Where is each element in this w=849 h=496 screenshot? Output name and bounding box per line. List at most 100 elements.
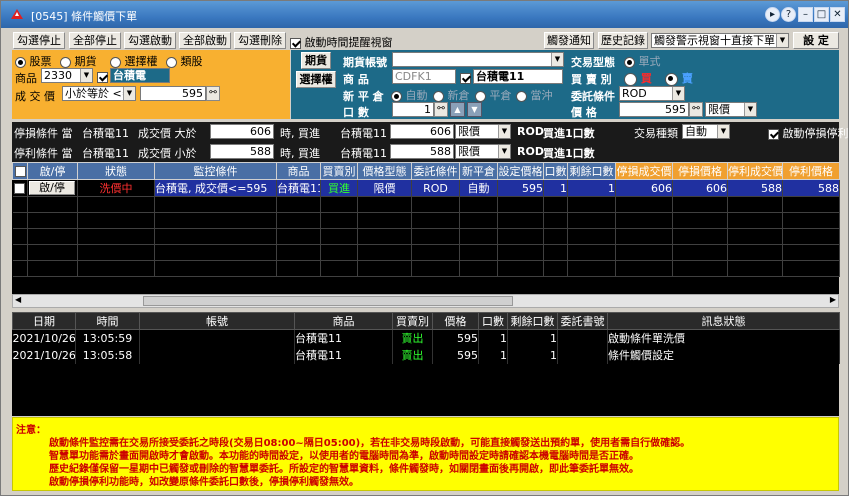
stop-loss-row: 停損條件 當 台積電11 成交價 大於 606 時, 買進 台積電11 606 … [12, 122, 849, 142]
stop-loss-price-input[interactable]: 606 [390, 124, 454, 139]
opencover-close[interactable]: 平倉 [475, 87, 512, 103]
enable-sltp-checkbox[interactable] [768, 128, 779, 140]
reminder-checkbox-group[interactable]: 啟動時間提醒視窗 [290, 34, 393, 50]
row-checkbox[interactable] [14, 183, 26, 194]
notes-title: 注意： [16, 425, 46, 436]
radio-auto[interactable] [391, 90, 402, 102]
toggle-button[interactable]: 啟/停 [29, 181, 75, 195]
link-icon[interactable]: ⚯ [434, 102, 448, 117]
trade-type-label: 交易型態 [571, 56, 615, 69]
side-label: 買 賣 別 [571, 73, 612, 86]
qty-input[interactable]: 1 [392, 102, 434, 117]
log-row[interactable]: 2021/10/26 13:05:59 台積電11 賣出 595 1 1 啟動條… [12, 329, 840, 347]
stop-all-button[interactable]: 全部停止 [69, 32, 121, 49]
futures-code-input[interactable]: CDFK1 [392, 69, 456, 84]
delete-selected-button[interactable]: 勾選刪除 [234, 32, 286, 49]
help-icon[interactable]: ? [781, 7, 796, 22]
log-header-message: 訊息狀態 [607, 312, 840, 330]
account-select[interactable]: ▼ [392, 52, 564, 67]
select-all-checkbox[interactable] [14, 166, 26, 177]
take-profit-price-type[interactable]: 限價 ▼ [455, 144, 511, 159]
log-row[interactable]: 2021/10/26 13:05:58 台積電11 賣出 595 1 1 條件觸… [12, 346, 840, 364]
product-checkbox[interactable] [97, 71, 108, 83]
link-icon[interactable]: ⚯ [206, 86, 220, 101]
radio-sell[interactable] [665, 72, 678, 86]
radio-stock[interactable] [15, 56, 26, 68]
order-price-input[interactable]: 595 [619, 102, 689, 117]
compare-mode-select[interactable]: 小於等於 <= ▼ [62, 86, 136, 101]
header-select[interactable] [12, 162, 28, 180]
futures-button[interactable]: 期貨 [301, 52, 331, 69]
log-order-no [557, 346, 608, 364]
radio-close[interactable] [475, 90, 486, 102]
price-type-cell: 限價 [357, 179, 412, 197]
start-selected-button[interactable]: 勾選啟動 [124, 32, 176, 49]
radio-sector[interactable] [166, 56, 177, 68]
radio-daytrade[interactable] [516, 90, 527, 102]
radio-buy[interactable] [624, 72, 637, 86]
scroll-left-icon[interactable]: ◀ [15, 295, 21, 304]
table-row[interactable]: 啟/停 洗價中 台積電, 成交價<=595 台積電11 買進 限價 ROD 自動… [12, 179, 840, 197]
opencover-auto[interactable]: 自動 [391, 87, 428, 103]
futures-product-name: 台積電11 [473, 69, 563, 84]
history-button[interactable]: 歷史記錄 [598, 32, 648, 49]
opencover-daytrade[interactable]: 當沖 [516, 87, 553, 103]
log-header-qty: 口數 [478, 312, 508, 330]
side-buy-option[interactable]: 買 [624, 70, 652, 86]
qty-up-icon[interactable]: ▲ [450, 102, 465, 117]
take-profit-price-input[interactable]: 588 [390, 144, 454, 159]
log-side: 賣出 [392, 346, 433, 364]
stop-loss-value-input[interactable]: 606 [210, 124, 274, 139]
link-icon[interactable]: ⚯ [689, 102, 703, 117]
radio-new[interactable] [433, 90, 444, 102]
log-qty: 1 [478, 329, 508, 347]
price-input[interactable]: 595 [140, 86, 206, 101]
stop-selected-button[interactable]: 勾選停止 [13, 32, 65, 49]
stop-loss-price-type[interactable]: 限價 ▼ [455, 124, 511, 139]
enable-sltp-group[interactable]: 啟動停損停利 [768, 125, 849, 141]
radio-futures[interactable] [60, 56, 71, 68]
order-window: [0545] 條件觸價下單 ▸ ? – □ ✕ 勾選停止 全部停止 勾選啟動 全… [0, 0, 849, 496]
settings-button[interactable]: 設 定 [793, 32, 839, 49]
type-sector[interactable]: 類股 [166, 53, 203, 69]
radio-options[interactable] [110, 56, 121, 68]
trigger-mode-select[interactable]: 觸發警示視窗十直接下單 ▼ [651, 33, 789, 48]
close-icon[interactable]: ✕ [830, 7, 845, 22]
side-sell-option[interactable]: 賣 [665, 70, 693, 86]
options-button[interactable]: 選擇權 [296, 71, 336, 88]
restore-icon[interactable]: ▸ [765, 7, 780, 22]
price-type-select[interactable]: 限價 ▼ [705, 102, 757, 117]
trade-kind-select[interactable]: 自動 ▼ [682, 124, 730, 139]
start-all-button[interactable]: 全部啟動 [179, 32, 231, 49]
order-cond-label: 委託條件 [571, 90, 615, 103]
sl-price-cell: 606 [672, 179, 728, 197]
qty-down-icon[interactable]: ▼ [467, 102, 482, 117]
trade-type-option[interactable]: 單式 [624, 53, 661, 69]
order-cond-select[interactable]: ROD ▼ [619, 86, 685, 101]
maximize-icon[interactable]: □ [814, 7, 829, 22]
log-header-order-no: 委託書號 [557, 312, 608, 330]
notify-button[interactable]: 觸發通知 [544, 32, 594, 49]
minimize-icon[interactable]: – [798, 7, 813, 22]
log-product: 台積電11 [294, 346, 393, 364]
type-futures[interactable]: 期貨 [60, 53, 97, 69]
take-profit-value-input[interactable]: 588 [210, 144, 274, 159]
type-stock[interactable]: 股票 [15, 53, 52, 69]
futures-product-checkbox[interactable] [460, 72, 471, 84]
stock-condition-panel: 股票 期貨 選擇權 類股 商品 2330 ▼ 台積電 成 交 價 小於等於 <= ▼… [12, 50, 290, 119]
opencover-new[interactable]: 新倉 [433, 87, 470, 103]
row-checkbox-cell[interactable] [12, 179, 28, 197]
log-message: 啟動條件單洗價 [607, 329, 840, 347]
log-time: 13:05:58 [75, 346, 140, 364]
scroll-right-icon[interactable]: ▶ [830, 295, 836, 304]
scroll-thumb[interactable] [143, 296, 513, 306]
horizontal-scrollbar[interactable]: ◀ ▶ [12, 294, 839, 308]
header-tp-price: 停利價格 [782, 162, 840, 180]
type-options[interactable]: 選擇權 [110, 53, 158, 69]
product-code-select[interactable]: 2330 ▼ [41, 68, 93, 83]
header-condition: 監控條件 [154, 162, 277, 180]
reminder-checkbox[interactable] [290, 37, 301, 49]
product-label-right: 商 品 [343, 73, 369, 86]
qty-cell: 1 [543, 179, 568, 197]
radio-single[interactable] [624, 56, 635, 68]
